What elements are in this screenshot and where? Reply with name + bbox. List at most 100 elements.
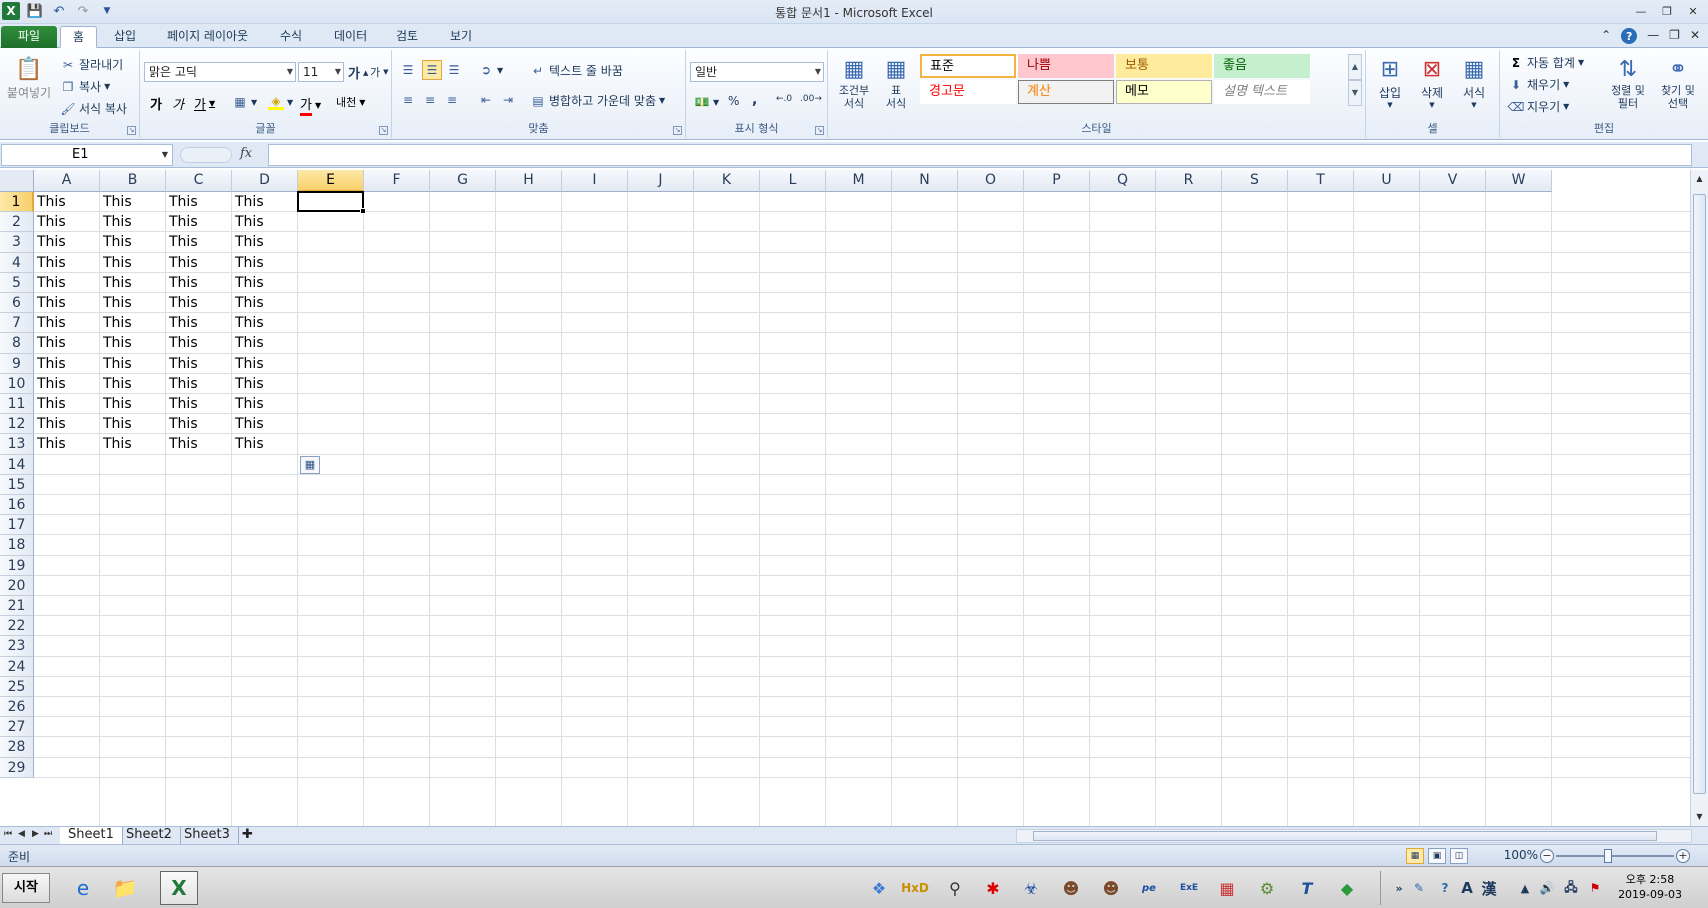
cell-a2[interactable]: This <box>34 212 100 232</box>
row-header-26[interactable]: 26 <box>0 697 34 718</box>
start-button[interactable]: 시작 <box>2 873 50 903</box>
action-center-icon[interactable]: ⚑ <box>1582 875 1608 901</box>
cell-c11[interactable]: This <box>166 394 232 414</box>
decrease-indent-button[interactable]: ⇤ <box>478 92 494 108</box>
hxd-icon[interactable]: HxD <box>901 875 929 901</box>
formula-input[interactable] <box>268 144 1692 166</box>
bold-button[interactable]: 가 <box>150 94 162 113</box>
zoom-in-icon[interactable]: + <box>1676 849 1690 863</box>
column-header-n[interactable]: N <box>892 170 958 192</box>
select-all-corner[interactable] <box>0 170 34 192</box>
row-header-9[interactable]: 9 <box>0 353 34 374</box>
row-header-3[interactable]: 3 <box>0 232 34 253</box>
row-header-8[interactable]: 8 <box>0 333 34 354</box>
page-layout-view-icon[interactable]: ▣ <box>1428 848 1446 864</box>
doc-close-icon[interactable]: ✕ <box>1690 28 1700 44</box>
row-header-12[interactable]: 12 <box>0 414 34 435</box>
number-format-select[interactable]: 일반 ▼ <box>690 62 824 82</box>
borders-button[interactable]: ▦ ▼ <box>232 94 257 110</box>
shrink-font-button[interactable]: 가 ▼ <box>370 64 389 80</box>
delete-cells-button[interactable]: ⊠ 삭제 ▼ <box>1412 54 1452 110</box>
column-header-d[interactable]: D <box>232 170 298 192</box>
column-header-s[interactable]: S <box>1222 170 1288 192</box>
clear-button[interactable]: ⌫ 지우기 ▼ <box>1508 98 1570 115</box>
dialog-launcher-icon[interactable]: ↘ <box>127 126 136 135</box>
formula-bar-splitter[interactable] <box>180 147 232 163</box>
cell-d12[interactable]: This <box>232 414 298 434</box>
cell-d3[interactable]: This <box>232 232 298 252</box>
column-header-v[interactable]: V <box>1420 170 1486 192</box>
cell-d4[interactable]: This <box>232 253 298 273</box>
column-header-m[interactable]: M <box>826 170 892 192</box>
row-header-25[interactable]: 25 <box>0 676 34 697</box>
first-sheet-icon[interactable]: ⏮ <box>4 829 12 839</box>
fill-handle[interactable] <box>360 208 366 215</box>
clock[interactable]: 오후 2:58 2019-09-03 <box>1618 872 1682 902</box>
row-header-2[interactable]: 2 <box>0 212 34 233</box>
comma-button[interactable]: , <box>752 92 757 108</box>
cell-a5[interactable]: This <box>34 273 100 293</box>
conditional-formatting-button[interactable]: ▦ 조건부 서식 <box>834 54 874 111</box>
align-right-button[interactable]: ≡ <box>444 92 460 108</box>
column-header-r[interactable]: R <box>1156 170 1222 192</box>
cell-b4[interactable]: This <box>100 253 166 273</box>
style-cell-1[interactable]: 나쁨 <box>1018 54 1114 78</box>
align-top-button[interactable]: ☰ <box>400 62 416 78</box>
tab-file[interactable]: 파일 <box>1 26 57 48</box>
zoom-level[interactable]: 100% <box>1504 848 1538 862</box>
peid-icon[interactable]: pe <box>1136 875 1162 901</box>
cell-b13[interactable]: This <box>100 434 166 454</box>
zoom-slider[interactable]: − + <box>1540 849 1690 863</box>
row-header-16[interactable]: 16 <box>0 495 34 516</box>
column-header-o[interactable]: O <box>958 170 1024 192</box>
align-center-button[interactable]: ≡ <box>422 92 438 108</box>
cell-d5[interactable]: This <box>232 273 298 293</box>
cell-c10[interactable]: This <box>166 374 232 394</box>
cell-b7[interactable]: This <box>100 313 166 333</box>
cell-a3[interactable]: This <box>34 232 100 252</box>
folder-icon[interactable]: 📁 <box>106 871 144 905</box>
row-header-24[interactable]: 24 <box>0 656 34 677</box>
tab-formulas[interactable]: 수식 <box>268 26 314 48</box>
gear-app-icon[interactable]: ⚙ <box>1254 875 1280 901</box>
font-name-select[interactable]: 맑은 고딕 ▼ <box>144 62 296 82</box>
tray-app-icon[interactable]: ❖ <box>866 875 892 901</box>
gallery-scroll-down-icon[interactable]: ▼ <box>1348 80 1362 106</box>
cell-b3[interactable]: This <box>100 232 166 252</box>
row-header-18[interactable]: 18 <box>0 535 34 556</box>
row-header-4[interactable]: 4 <box>0 252 34 273</box>
help-icon[interactable]: ? <box>1621 28 1638 44</box>
dialog-launcher-icon[interactable]: ↘ <box>379 126 388 135</box>
cell-a1[interactable]: This <box>34 192 100 212</box>
tab-data[interactable]: 데이터 <box>322 26 379 48</box>
cell-c6[interactable]: This <box>166 293 232 313</box>
row-header-27[interactable]: 27 <box>0 717 34 738</box>
scroll-up-icon[interactable]: ▲ <box>1691 172 1708 186</box>
last-sheet-icon[interactable]: ⏭ <box>44 829 52 839</box>
magnifier-icon[interactable]: ⚲ <box>942 875 968 901</box>
close-icon[interactable]: ✕ <box>1682 2 1704 20</box>
style-cell-7[interactable]: 설명 텍스트 <box>1214 80 1310 104</box>
gallery-scroll-up-icon[interactable]: ▲ <box>1348 54 1362 80</box>
font-size-select[interactable]: 11 ▼ <box>298 62 344 82</box>
cell-d2[interactable]: This <box>232 212 298 232</box>
cell-c12[interactable]: This <box>166 414 232 434</box>
cell-d7[interactable]: This <box>232 313 298 333</box>
column-header-i[interactable]: I <box>562 170 628 192</box>
ime-hanja-icon[interactable]: 漢 <box>1476 875 1502 901</box>
font-color-button[interactable]: 가 ▼ <box>300 94 321 116</box>
cell-c9[interactable]: This <box>166 354 232 374</box>
row-header-7[interactable]: 7 <box>0 313 34 334</box>
cell-c2[interactable]: This <box>166 212 232 232</box>
row-header-6[interactable]: 6 <box>0 293 34 314</box>
dialog-launcher-icon[interactable]: ↘ <box>815 126 824 135</box>
cell-c5[interactable]: This <box>166 273 232 293</box>
cell-d10[interactable]: This <box>232 374 298 394</box>
column-header-h[interactable]: H <box>496 170 562 192</box>
cell-a7[interactable]: This <box>34 313 100 333</box>
grid-app-icon[interactable]: ▦ <box>1214 875 1240 901</box>
tab-page-layout[interactable]: 페이지 레이아웃 <box>155 26 260 48</box>
align-bottom-button[interactable]: ☰ <box>446 62 462 78</box>
cell-b8[interactable]: This <box>100 333 166 353</box>
ime-settings-icon[interactable]: ✎ <box>1406 875 1432 901</box>
